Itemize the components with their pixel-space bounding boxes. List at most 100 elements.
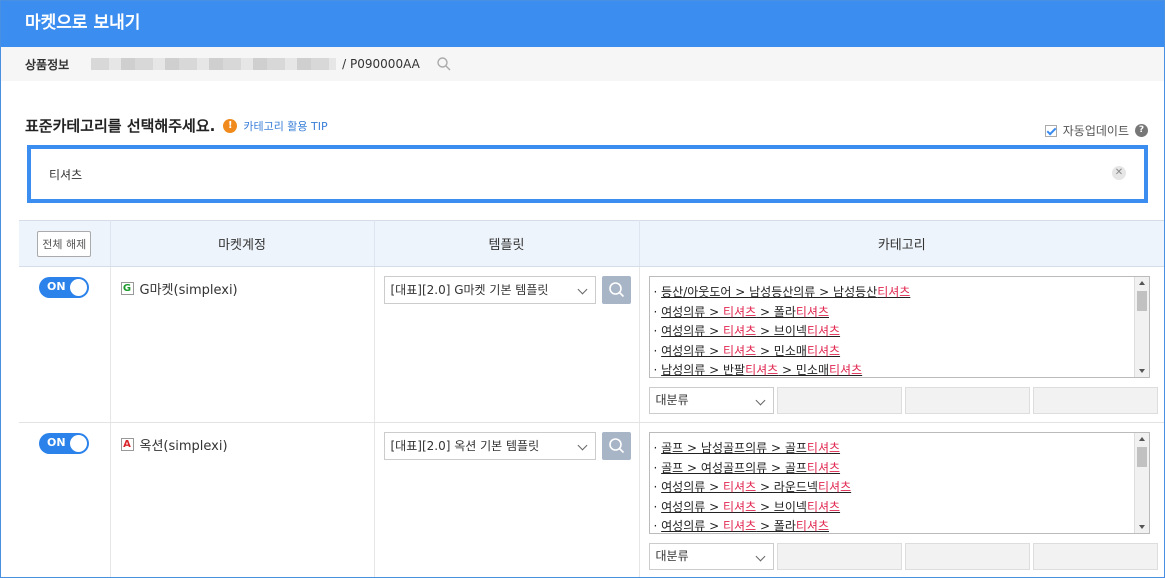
category-path-segment: 여성의류 > (661, 499, 723, 514)
category-level-selects: 대분류 (648, 543, 1158, 570)
scroll-up-icon[interactable] (1138, 437, 1145, 441)
category-path: 남성의류 > 반팔티셔츠 > 민소매티셔츠 (661, 363, 862, 377)
category-item[interactable]: · 여성의류 > 티셔츠 > 폴라티셔츠 (654, 303, 1149, 323)
template-cell: [대표][2.0] G마켓 기본 템플릿 (374, 266, 640, 423)
category-level2-select[interactable] (776, 387, 902, 414)
category-path-segment: 여성의류 > (661, 343, 723, 358)
category-level2-select[interactable] (776, 543, 902, 570)
template-value: [대표][2.0] 옥션 기본 템플릿 (390, 439, 540, 453)
category-keyword-match: 티셔츠 (723, 324, 757, 339)
product-info-bar: 상품정보 / P090000AA (1, 47, 1164, 81)
dialog-title: 마켓으로 보내기 (1, 1, 1164, 47)
scrollbar[interactable] (1133, 277, 1149, 377)
category-item[interactable]: · 여성의류 > 티셔츠 > 민소매티셔츠 (654, 342, 1149, 362)
category-level4-select[interactable] (1032, 543, 1158, 570)
category-item[interactable]: · 등산/아웃도어 > 남성등산의류 > 남성등산티셔츠 (654, 283, 1149, 303)
category-path-segment: 남성의류 > 반팔 (661, 363, 746, 378)
auction-logo-icon: A (120, 438, 134, 451)
category-level-selects: 대분류 (648, 387, 1158, 414)
market-toggle[interactable]: ON (39, 433, 89, 454)
search-icon[interactable] (436, 56, 452, 72)
category-path-segment: 여성의류 > (661, 519, 723, 534)
category-item[interactable]: · 여성의류 > 티셔츠 > 브이넥티셔츠 (654, 498, 1149, 518)
scroll-down-icon[interactable] (1138, 369, 1145, 373)
help-icon[interactable]: ? (1135, 124, 1148, 137)
toggle-knob (70, 435, 87, 452)
auto-update: 자동업데이트 ? (1044, 122, 1148, 139)
category-level1-value: 대분류 (655, 393, 689, 407)
category-path: 여성의류 > 티셔츠 > 폴라티셔츠 (661, 305, 829, 319)
auto-update-checkbox[interactable] (1044, 124, 1057, 137)
category-path: 등산/아웃도어 > 남성등산의류 > 남성등산티셔츠 (661, 285, 910, 299)
section-header: 표준카테고리를 선택해주세요. ! 카테고리 활용 TIP (25, 115, 328, 136)
market-toggle[interactable]: ON (39, 277, 89, 298)
toggle-cell: ON (19, 422, 111, 577)
category-keyword-match: 티셔츠 (829, 363, 863, 378)
category-level1-select[interactable]: 대분류 (648, 543, 774, 570)
gmarket-logo-icon: G (120, 282, 134, 295)
category-cell: · 등산/아웃도어 > 남성등산의류 > 남성등산티셔츠 · 여성의류 > 티셔츠… (639, 266, 1164, 423)
category-cell: · 골프 > 남성골프의류 > 골프티셔츠 · 골프 > 여성골프의류 > 골프티… (639, 422, 1164, 577)
search-icon (608, 438, 624, 454)
account-cell: A 옥션(simplexi) (110, 422, 375, 577)
category-keyword-match: 티셔츠 (795, 519, 830, 534)
product-info-label: 상품정보 (25, 57, 70, 72)
scroll-down-icon[interactable] (1138, 525, 1145, 529)
category-item[interactable]: · 남성의류 > 반팔티셔츠 > 민소매티셔츠 (654, 361, 1149, 377)
category-keyword-match: 티셔츠 (723, 519, 757, 534)
category-level1-select[interactable]: 대분류 (648, 387, 774, 414)
search-icon (608, 282, 624, 298)
category-path: 여성의류 > 티셔츠 > 라운드넥티셔츠 (661, 480, 851, 494)
category-path-segment: > 폴라 (756, 519, 796, 534)
template-select[interactable]: [대표][2.0] G마켓 기본 템플릿 (383, 276, 596, 304)
scroll-up-icon[interactable] (1138, 281, 1145, 285)
category-keyword-match: 티셔츠 (806, 324, 841, 339)
scroll-thumb[interactable] (1136, 291, 1147, 311)
template-search-button[interactable] (601, 432, 631, 460)
category-keyword-match: 티셔츠 (877, 285, 911, 299)
header-category: 카테고리 (639, 220, 1164, 267)
close-icon[interactable]: ✕ (1112, 166, 1126, 180)
header-market-account: 마켓계정 (110, 220, 375, 267)
category-keyword-match: 티셔츠 (723, 499, 757, 514)
category-item[interactable]: · 여성의류 > 티셔츠 > 브이넥티셔츠 (654, 322, 1149, 342)
category-keyword-match: 티셔츠 (806, 460, 841, 475)
table-row: ON G G마켓(simplexi) [대표][2.0] G마켓 기본 템플릿 (19, 266, 1164, 423)
category-keyword-match: 티셔츠 (723, 304, 757, 319)
category-item[interactable]: · 골프 > 여성골프의류 > 골프티셔츠 (654, 459, 1149, 479)
category-path-segment: > 폴라 (756, 304, 796, 319)
category-path: 여성의류 > 티셔츠 > 브이넥티셔츠 (661, 500, 840, 514)
category-keyword-match: 티셔츠 (806, 343, 841, 358)
category-level3-select[interactable] (904, 543, 1030, 570)
category-level4-select[interactable] (1032, 387, 1158, 414)
chevron-down-icon (577, 440, 587, 451)
category-item[interactable]: · 여성의류 > 티셔츠 > 라운드넥티셔츠 (654, 478, 1149, 498)
category-search-input[interactable] (31, 149, 1071, 199)
header-deselect-cell: 전체 해제 (19, 220, 111, 267)
template-select[interactable]: [대표][2.0] 옥션 기본 템플릿 (383, 432, 596, 460)
chevron-down-icon (577, 284, 587, 295)
account-name: 옥션(simplexi) (139, 439, 228, 454)
header-template: 템플릿 (374, 220, 640, 267)
category-path-segment: 골프 > 남성골프의류 > 골프 (661, 441, 807, 455)
category-path-segment: 여성의류 > (661, 304, 723, 319)
template-search-button[interactable] (601, 276, 631, 304)
category-path-segment: > 민소매 (778, 363, 830, 378)
category-path-segment: 골프 > 여성골프의류 > 골프 (661, 460, 807, 475)
category-path: 골프 > 여성골프의류 > 골프티셔츠 (661, 461, 840, 475)
account-name: G마켓(simplexi) (139, 283, 238, 298)
category-tip-link[interactable]: 카테고리 활용 TIP (243, 118, 327, 134)
template-cell: [대표][2.0] 옥션 기본 템플릿 (374, 422, 640, 577)
category-path-segment: 등산/아웃도어 > 남성등산의류 > 남성등산 (661, 285, 878, 299)
category-path-segment: > 브이넥 (756, 499, 807, 514)
category-level3-select[interactable] (904, 387, 1030, 414)
category-item[interactable]: · 골프 > 남성골프의류 > 골프티셔츠 (654, 439, 1149, 459)
category-item[interactable]: · 여성의류 > 티셔츠 > 폴라티셔츠 (654, 517, 1149, 534)
deselect-all-button[interactable]: 전체 해제 (37, 230, 92, 257)
exclamation-icon: ! (223, 118, 238, 133)
category-keyword-match: 티셔츠 (723, 343, 757, 358)
scroll-thumb[interactable] (1136, 447, 1147, 467)
scrollbar[interactable] (1133, 433, 1149, 533)
toggle-cell: ON (19, 266, 111, 423)
table-header-row: 전체 해제 마켓계정 템플릿 카테고리 (19, 220, 1164, 267)
